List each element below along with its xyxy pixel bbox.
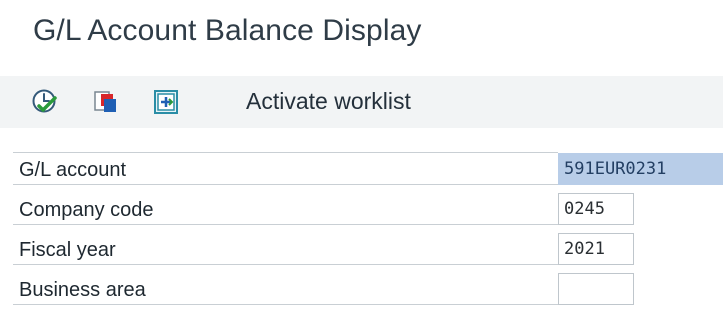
business-area-label: Business area [13, 272, 558, 305]
application-toolbar: Activate worklist [0, 76, 723, 128]
company-code-row: Company code 0245 [0, 190, 723, 230]
gl-account-row: G/L account 591EUR0231 [0, 150, 723, 190]
company-code-input[interactable]: 0245 [558, 193, 634, 225]
gl-account-label: G/L account [13, 152, 558, 185]
company-code-label: Company code [13, 192, 558, 225]
fiscal-year-label: Fiscal year [13, 232, 558, 265]
title-bar: G/L Account Balance Display [0, 0, 723, 76]
execute-icon[interactable] [29, 86, 61, 118]
activate-worklist-button[interactable]: Activate worklist [246, 88, 411, 115]
copy-icon[interactable] [90, 86, 122, 118]
gl-account-input[interactable]: 591EUR0231 [558, 153, 723, 185]
page-title: G/L Account Balance Display [33, 14, 422, 47]
business-area-input[interactable] [558, 273, 634, 305]
business-area-row: Business area [0, 270, 723, 310]
fiscal-year-row: Fiscal year 2021 [0, 230, 723, 270]
worklist-icon[interactable] [150, 86, 182, 118]
fiscal-year-input[interactable]: 2021 [558, 233, 634, 265]
